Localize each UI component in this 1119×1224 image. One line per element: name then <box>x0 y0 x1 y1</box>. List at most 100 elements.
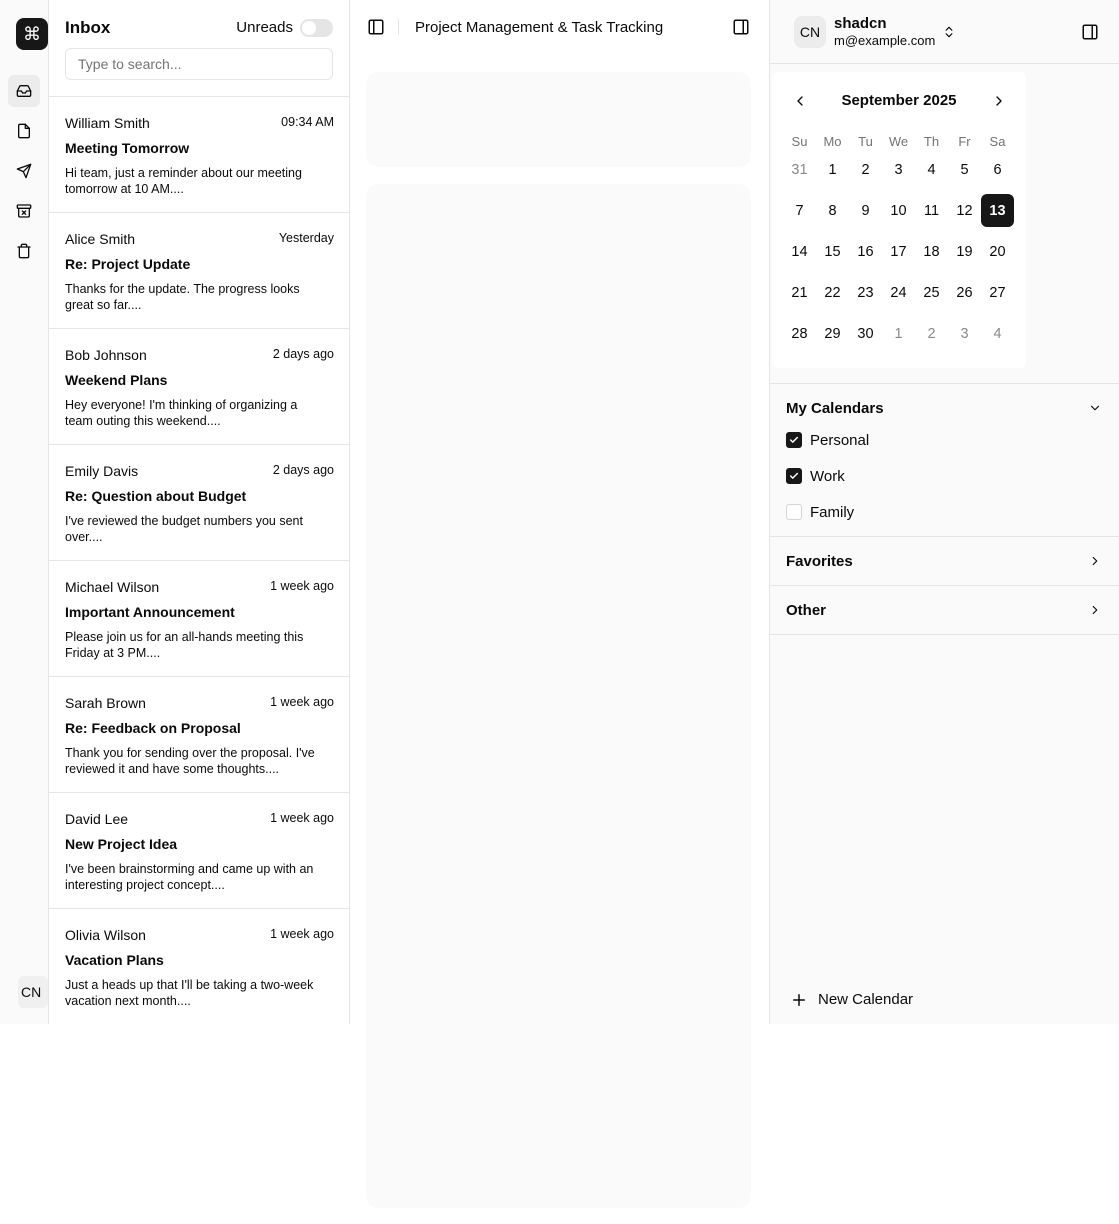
divider <box>770 536 1119 537</box>
calendar-day[interactable]: 15 <box>816 235 849 268</box>
calendar-day[interactable]: 23 <box>849 276 882 309</box>
chevron-down-icon <box>1090 405 1100 411</box>
calendar-day[interactable]: 31 <box>783 153 816 186</box>
calendar-day[interactable]: 28 <box>783 317 816 350</box>
mail-preview: Thanks for the update. The progress look… <box>65 282 300 312</box>
calendar-day[interactable]: 9 <box>849 194 882 227</box>
mail-preview: I've been brainstorming and came up with… <box>65 862 314 892</box>
checkbox[interactable] <box>786 504 802 520</box>
mail-list-item[interactable]: Alice Smith Yesterday Re: Project Update… <box>49 213 349 329</box>
chevrons-up-down-icon[interactable] <box>942 24 956 40</box>
calendar-day[interactable]: 26 <box>948 276 981 309</box>
calendar-day[interactable]: 2 <box>915 317 948 350</box>
calendar-day[interactable]: 11 <box>915 194 948 227</box>
unreads-toggle[interactable] <box>300 19 333 37</box>
command-logo-icon[interactable]: ⌘ <box>16 18 48 50</box>
calendar-day[interactable]: 24 <box>882 276 915 309</box>
sidebar-toggle-icon[interactable] <box>367 18 385 36</box>
avatar[interactable]: CN <box>18 976 48 1008</box>
calendar-day[interactable]: 1 <box>882 317 915 350</box>
calendar-day[interactable]: 7 <box>783 194 816 227</box>
calendar-day[interactable]: 10 <box>882 194 915 227</box>
mail-list-item[interactable]: Olivia Wilson 1 week ago Vacation Plans … <box>49 909 349 1024</box>
calendar-day[interactable]: 19 <box>948 235 981 268</box>
section-title: My Calendars <box>786 400 884 417</box>
mail-preview: Hey everyone! I'm thinking of organizing… <box>65 398 298 428</box>
calendar-day-selected[interactable]: 13 <box>981 194 1014 227</box>
main-header: Project Management & Task Tracking <box>350 0 769 56</box>
calendar-grid: 31 1 2 3 4 5 6 7 8 9 10 11 12 13 14 15 16 17 18 19 20 21 22 23 2… <box>783 153 1014 358</box>
calendar-day[interactable]: 2 <box>849 153 882 186</box>
weekday-label: Tu <box>858 134 873 149</box>
calendar-day[interactable]: 12 <box>948 194 981 227</box>
calendar-day[interactable]: 3 <box>882 153 915 186</box>
calendar-day[interactable]: 5 <box>948 153 981 186</box>
calendar-day[interactable]: 21 <box>783 276 816 309</box>
calendar-item-label: Family <box>810 504 855 521</box>
right-panel-toggle-icon[interactable] <box>732 18 750 36</box>
send-icon[interactable] <box>8 155 40 187</box>
archive-icon[interactable] <box>8 195 40 227</box>
mail-list-item[interactable]: Michael Wilson 1 week ago Important Anno… <box>49 561 349 677</box>
calendar-month-label: September 2025 <box>841 92 957 109</box>
calendar-item-label: Work <box>810 468 845 485</box>
mail-time: 09:34 AM <box>281 115 334 129</box>
check-icon <box>789 436 799 443</box>
checkbox[interactable] <box>786 468 802 484</box>
weekday-label: Th <box>923 134 940 149</box>
calendar-day[interactable]: 16 <box>849 235 882 268</box>
calendar-day[interactable]: 4 <box>915 153 948 186</box>
calendar-day[interactable]: 14 <box>783 235 816 268</box>
chevron-right-icon[interactable] <box>991 93 1007 109</box>
mail-list-item[interactable]: William Smith 09:34 AM Meeting Tomorrow … <box>49 97 349 213</box>
chevron-right-icon <box>1092 556 1098 566</box>
search-input[interactable] <box>65 48 333 80</box>
new-calendar-label: New Calendar <box>818 991 914 1008</box>
calendar-day[interactable]: 20 <box>981 235 1014 268</box>
calendar-day[interactable]: 29 <box>816 317 849 350</box>
inbox-icon[interactable] <box>8 75 40 107</box>
mail-list-item[interactable]: David Lee 1 week ago New Project Idea I'… <box>49 793 349 909</box>
mail-subject: Important Announcement <box>65 604 235 620</box>
content-placeholder-top <box>366 72 751 167</box>
favorites-header[interactable]: Favorites <box>786 552 1102 572</box>
file-icon[interactable] <box>8 115 40 147</box>
mail-list-item[interactable]: Emily Davis 2 days ago Re: Question abou… <box>49 445 349 561</box>
calendar-day[interactable]: 8 <box>816 194 849 227</box>
mail-subject: Re: Project Update <box>65 256 191 272</box>
calendar-day[interactable]: 30 <box>849 317 882 350</box>
mail-subject: Meeting Tomorrow <box>65 140 190 156</box>
other-header[interactable]: Other <box>786 601 1102 621</box>
calendar-day[interactable]: 18 <box>915 235 948 268</box>
mail-list-item[interactable]: Sarah Brown 1 week ago Re: Feedback on P… <box>49 677 349 793</box>
mail-time: 1 week ago <box>270 695 334 709</box>
check-icon <box>789 472 799 479</box>
calendar-day[interactable]: 3 <box>948 317 981 350</box>
inbox-title: Inbox <box>65 18 111 37</box>
section-title: Favorites <box>786 553 853 570</box>
page-title: Project Management & Task Tracking <box>415 19 664 36</box>
calendar-day[interactable]: 17 <box>882 235 915 268</box>
divider <box>770 585 1119 586</box>
calendar-day[interactable]: 27 <box>981 276 1014 309</box>
divider <box>770 383 1119 384</box>
user-name[interactable]: shadcn <box>834 15 887 32</box>
calendar-day[interactable]: 4 <box>981 317 1014 350</box>
right-sidebar: CN shadcn m@example.com September 2025 S… <box>769 0 1119 1024</box>
calendar-day[interactable]: 25 <box>915 276 948 309</box>
trash-icon[interactable] <box>8 235 40 267</box>
mail-list-item[interactable]: Bob Johnson 2 days ago Weekend Plans Hey… <box>49 329 349 445</box>
my-calendars-header[interactable]: My Calendars <box>786 399 1102 419</box>
date-picker: September 2025 Su Mo Tu We Th Fr Sa 31 1 2 3 4 5 6 7 8… <box>772 72 1026 368</box>
calendar-day[interactable]: 1 <box>816 153 849 186</box>
mail-preview: Please join us for an all-hands meeting … <box>65 630 304 660</box>
calendar-weekdays: Su Mo Tu We Th Fr Sa <box>783 134 1014 149</box>
calendar-day[interactable]: 22 <box>816 276 849 309</box>
user-email[interactable]: m@example.com <box>834 33 935 48</box>
divider <box>770 63 1119 64</box>
mail-sender: Olivia Wilson <box>65 927 146 943</box>
calendar-day[interactable]: 6 <box>981 153 1014 186</box>
user-avatar[interactable]: CN <box>794 16 826 48</box>
panel-toggle-icon[interactable] <box>1081 23 1099 41</box>
checkbox[interactable] <box>786 432 802 448</box>
